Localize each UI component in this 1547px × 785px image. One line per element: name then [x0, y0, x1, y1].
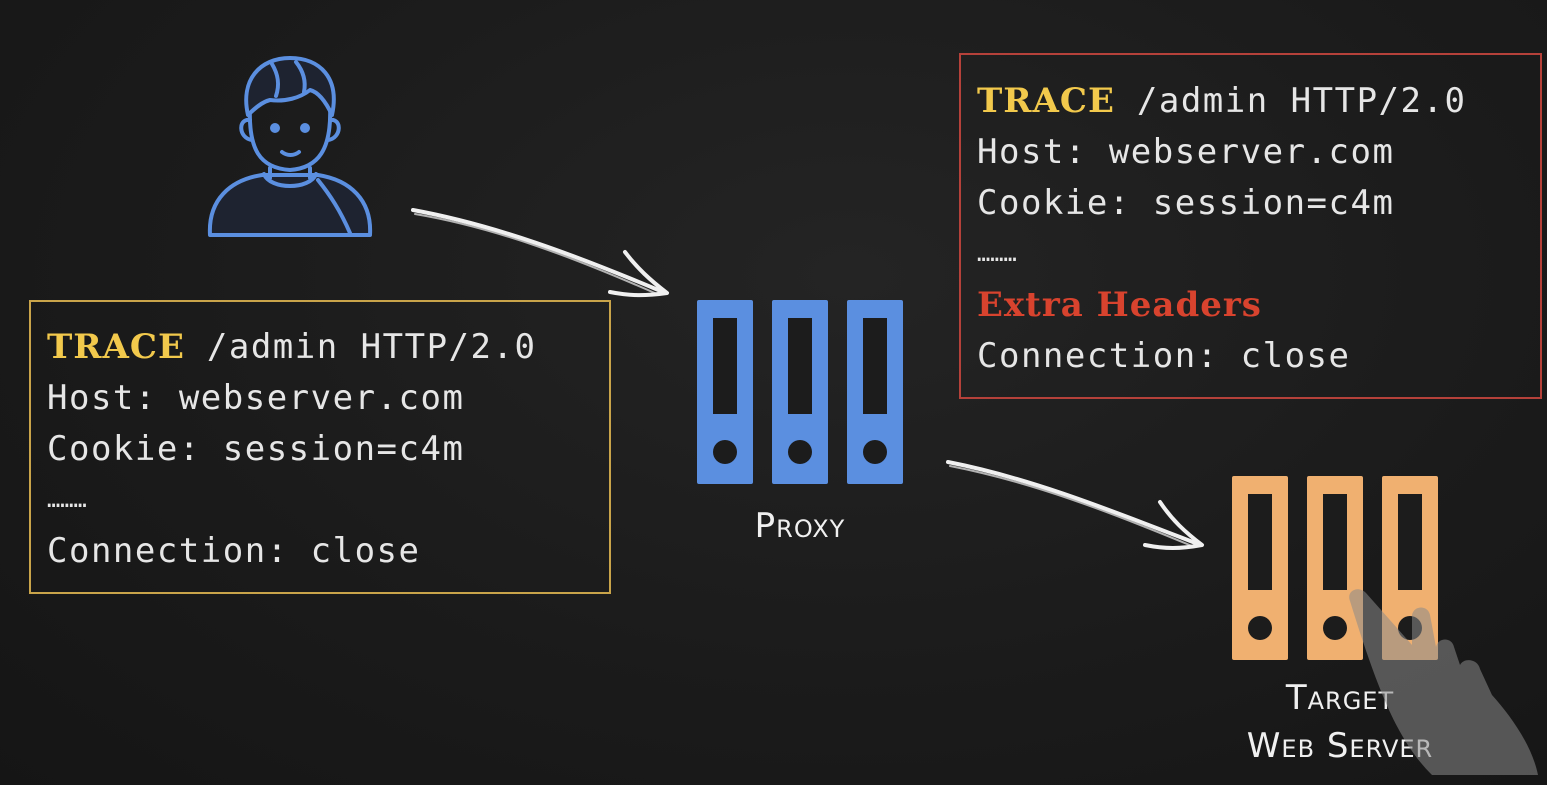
- forwarded-request-box: TRACE /admin HTTP/2.0 Host: webserver.co…: [959, 53, 1542, 399]
- client-request-path: /admin HTTP/2.0: [184, 327, 537, 367]
- extra-headers-label: Extra Headers: [977, 285, 1262, 325]
- user-avatar-icon: [207, 56, 373, 237]
- forwarded-request-method: TRACE: [977, 81, 1115, 121]
- forwarded-request-path: /admin HTTP/2.0: [1114, 81, 1467, 121]
- forwarded-cookie-header: Cookie: session=c4m: [977, 183, 1395, 223]
- client-host-header: Host: webserver.com: [47, 378, 465, 418]
- proxy-label: Proxy: [754, 506, 846, 546]
- client-cookie-header: Cookie: session=c4m: [47, 429, 465, 469]
- client-request-box: TRACE /admin HTTP/2.0 Host: webserver.co…: [29, 300, 611, 594]
- forwarded-connection-header: Connection: close: [977, 336, 1351, 376]
- diagram-canvas: Proxy Target Web Server TRACE /admin HTT…: [0, 0, 1547, 785]
- hand-pointer-icon: [1349, 589, 1538, 775]
- forwarded-ellipsis: ………: [977, 242, 1017, 267]
- forwarded-host-header: Host: webserver.com: [977, 132, 1395, 172]
- client-connection-header: Connection: close: [47, 531, 421, 571]
- arrow-proxy-to-target-icon: [946, 460, 1204, 550]
- client-ellipsis: ………: [47, 488, 87, 513]
- forwarded-request-line: TRACE /admin HTTP/2.0: [977, 76, 1524, 127]
- arrow-client-to-proxy-icon: [411, 208, 669, 298]
- client-request-method: TRACE: [47, 327, 185, 367]
- client-request-line: TRACE /admin HTTP/2.0: [47, 322, 593, 373]
- proxy-server-icon: [697, 300, 903, 484]
